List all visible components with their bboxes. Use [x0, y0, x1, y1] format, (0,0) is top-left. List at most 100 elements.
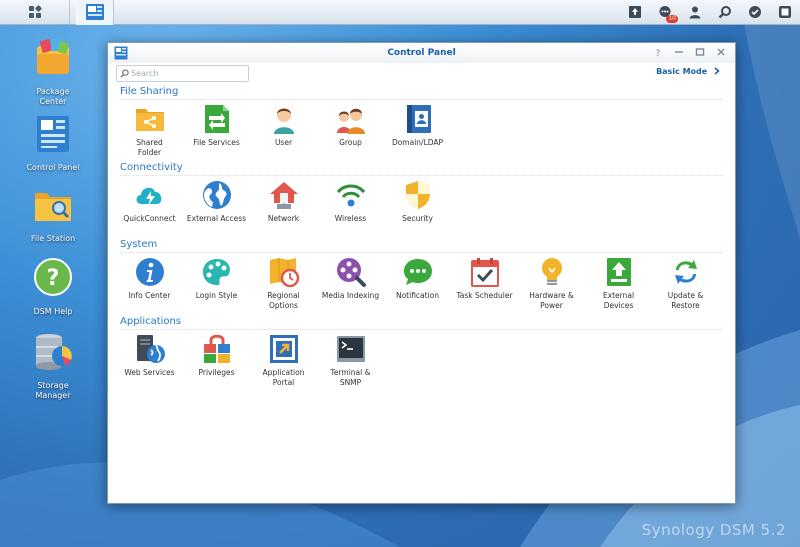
desktop-label: Storage Manager [35, 381, 71, 400]
application-portal-icon [269, 335, 298, 363]
quickconnect-icon [136, 187, 161, 206]
notification-icon [403, 259, 432, 285]
upload-button[interactable] [620, 0, 650, 25]
main-menu-button[interactable] [0, 0, 70, 25]
group-icon [336, 108, 365, 134]
desktop-icon-file-station[interactable]: File Station [22, 183, 84, 244]
desktop-icon-control-panel[interactable]: Control Panel [22, 112, 84, 173]
info-center-icon [135, 258, 164, 286]
item-user[interactable]: User [250, 99, 317, 158]
item-domain-ldap[interactable]: Domain/LDAP [384, 99, 451, 158]
dsm-icon [779, 6, 791, 18]
item-label: QuickConnect [123, 214, 176, 223]
window-toolbar: Basic Mode [108, 63, 735, 85]
desktop-icon-dsm-help[interactable]: ? DSM Help [22, 256, 84, 317]
item-file-services[interactable]: File Services [183, 99, 250, 158]
item-security[interactable]: Security [384, 175, 451, 224]
basic-mode-label: Basic Mode [656, 67, 708, 76]
privileges-icon [203, 334, 230, 363]
section-divider [120, 99, 723, 100]
item-application-portal[interactable]: Application Portal [250, 329, 317, 388]
item-notification[interactable]: Notification [384, 252, 451, 311]
item-media-indexing[interactable]: Media Indexing [317, 252, 384, 311]
user-icon [273, 108, 294, 134]
section-title: Connectivity [120, 162, 183, 173]
section-title: File Sharing [120, 86, 179, 97]
web-services-icon [136, 335, 165, 363]
search-button[interactable] [710, 0, 740, 25]
item-shared-folder[interactable]: Shared Folder [116, 99, 183, 158]
domain-ldap-icon [406, 105, 431, 133]
desktop-icon-storage-manager[interactable]: Storage Manager [22, 330, 84, 401]
section-file-sharing: File Sharing Shared Folder File Services… [108, 85, 735, 161]
search-icon [119, 69, 129, 78]
desktop-label: File Station [30, 234, 76, 243]
file-station-icon [35, 193, 71, 221]
widgets-button[interactable] [740, 0, 770, 25]
minimize-icon [675, 51, 683, 53]
item-label: Info Center [128, 291, 171, 300]
minimize-button[interactable] [673, 47, 685, 59]
item-label: Network [267, 214, 300, 223]
item-web-services[interactable]: Web Services [116, 329, 183, 388]
regional-options-icon [269, 258, 299, 288]
chevron-right-icon [714, 67, 720, 75]
item-quickconnect[interactable]: QuickConnect [116, 175, 183, 224]
user-icon [689, 6, 701, 19]
help-button[interactable]: ? [652, 47, 664, 59]
update-restore-icon [674, 260, 697, 284]
notification-badge: 10 [666, 14, 678, 23]
desktop-label: Package Center [36, 87, 70, 106]
item-terminal-snmp[interactable]: Terminal & SNMP [317, 329, 384, 388]
search-box[interactable] [116, 65, 249, 82]
dsm-button[interactable] [770, 0, 800, 25]
external-access-icon [202, 181, 231, 209]
terminal-snmp-icon [336, 336, 365, 362]
desktop-label: Control Panel [26, 163, 80, 172]
section-divider [120, 252, 723, 253]
item-label: Regional Options [267, 291, 300, 310]
desktop-label: DSM Help [33, 307, 73, 316]
package-center-icon [37, 38, 70, 74]
item-group[interactable]: Group [317, 99, 384, 158]
security-icon [405, 181, 430, 209]
widgets-icon [749, 6, 761, 18]
basic-mode-link[interactable]: Basic Mode [656, 67, 721, 76]
desktop-icon-package-center[interactable]: Package Center [22, 36, 84, 107]
item-label: Privileges [198, 368, 235, 377]
item-label: Task Scheduler [456, 291, 513, 300]
synology-watermark: Synology DSM 5.2 [641, 521, 786, 539]
item-network[interactable]: Network [250, 175, 317, 224]
item-privileges[interactable]: Privileges [183, 329, 250, 388]
storage-manager-icon [36, 334, 72, 370]
item-external-access[interactable]: External Access [183, 175, 250, 224]
item-external-devices[interactable]: External Devices [585, 252, 652, 311]
taskbar-control-panel[interactable] [76, 0, 114, 25]
item-regional-options[interactable]: Regional Options [250, 252, 317, 311]
login-style-icon [202, 259, 230, 285]
item-info-center[interactable]: Info Center [116, 252, 183, 311]
item-wireless[interactable]: Wireless [317, 175, 384, 224]
user-menu-button[interactable] [680, 0, 710, 25]
window-titlebar[interactable]: Control Panel ? [108, 43, 735, 63]
item-login-style[interactable]: Login Style [183, 252, 250, 311]
section-system: System Info Center Login Style Regional … [108, 238, 735, 315]
section-applications: Applications Web Services Privileges App… [108, 315, 735, 395]
item-task-scheduler[interactable]: Task Scheduler [451, 252, 518, 311]
item-label: Group [339, 138, 362, 147]
item-hardware-power[interactable]: Hardware & Power [518, 252, 585, 311]
search-input[interactable] [131, 69, 241, 78]
section-title: Applications [120, 316, 182, 327]
control-panel-icon [86, 4, 104, 20]
item-label: Application Portal [262, 368, 305, 387]
svg-text:?: ? [47, 266, 60, 291]
wireless-icon [336, 184, 365, 207]
help-icon: ? [34, 258, 72, 296]
item-label: File Services [193, 138, 240, 147]
close-button[interactable] [715, 47, 727, 59]
item-update-restore[interactable]: Update & Restore [652, 252, 719, 311]
maximize-button[interactable] [694, 47, 706, 59]
maximize-icon [695, 48, 705, 56]
notifications-button[interactable]: 10 [650, 0, 680, 25]
help-icon: ? [656, 49, 661, 59]
